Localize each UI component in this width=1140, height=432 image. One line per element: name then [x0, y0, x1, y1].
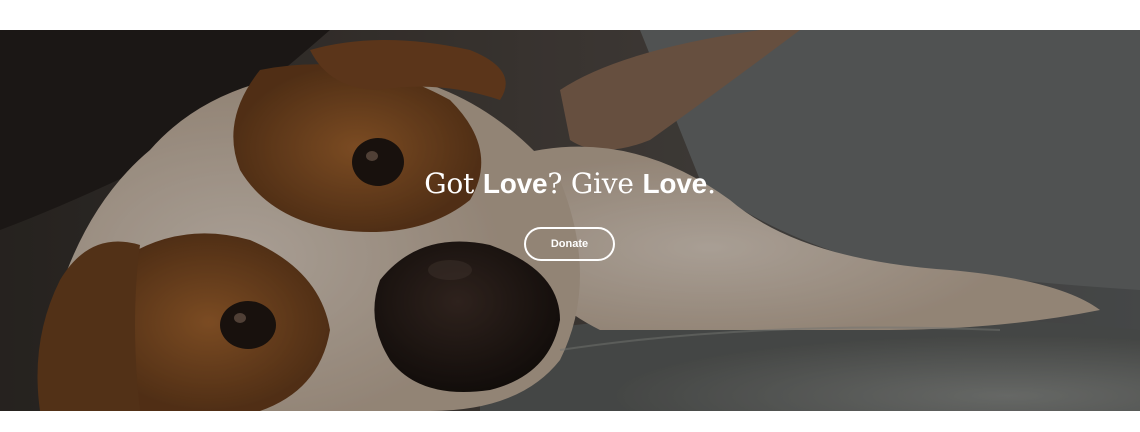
hero-headline: Got Love? Give Love.: [0, 166, 1140, 202]
headline-emphasis: Love: [482, 168, 548, 199]
hero-content: Got Love? Give Love. Donate: [0, 30, 1140, 411]
headline-text: .: [707, 167, 716, 200]
hero-banner: Got Love? Give Love. Donate: [0, 30, 1140, 411]
headline-text: ? Give: [547, 167, 643, 200]
headline-text: Got: [424, 167, 483, 200]
headline-emphasis: Love: [642, 168, 708, 199]
donate-button[interactable]: Donate: [524, 227, 615, 261]
